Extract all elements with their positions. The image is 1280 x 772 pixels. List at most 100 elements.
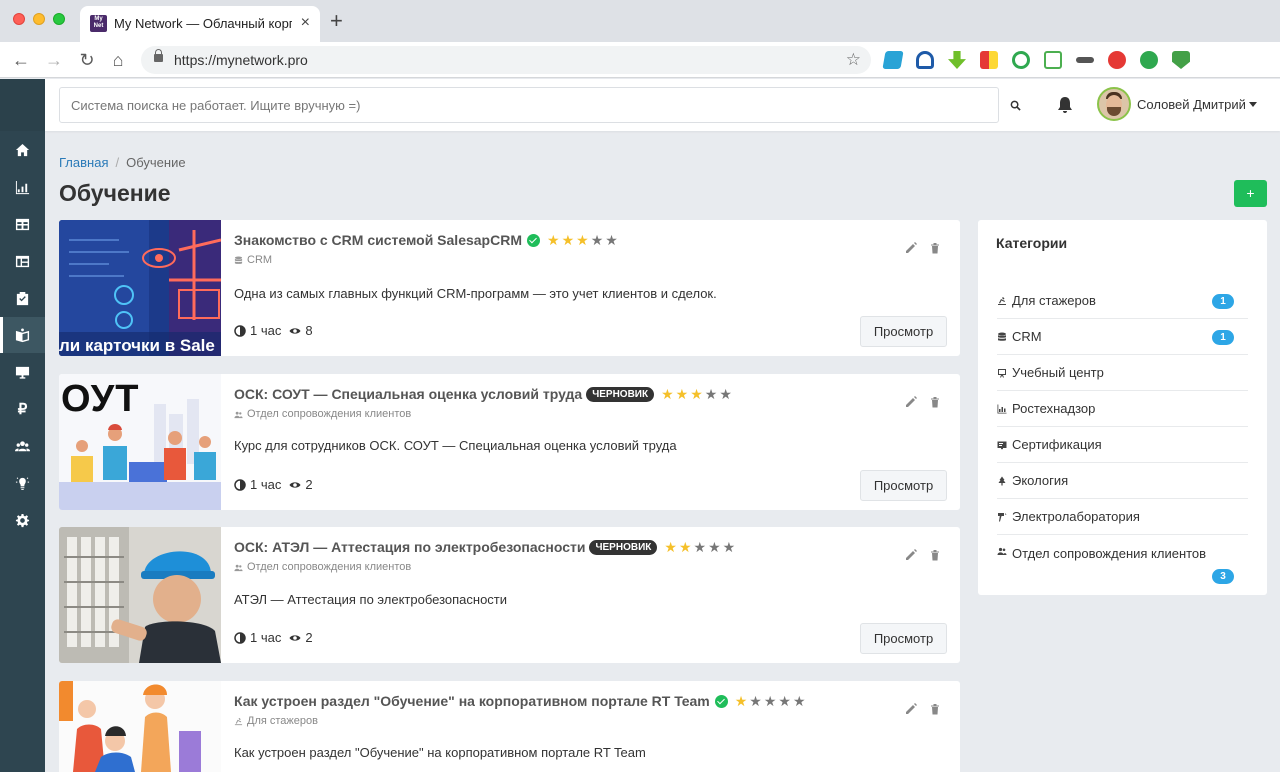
course-thumbnail[interactable] bbox=[59, 681, 221, 772]
reload-icon[interactable]: ↻ bbox=[76, 48, 98, 72]
trash-icon[interactable] bbox=[929, 242, 941, 254]
chevron-down-icon[interactable] bbox=[1249, 102, 1257, 107]
sidebar-item-knowledge[interactable] bbox=[0, 354, 45, 390]
sidebar-item-education[interactable] bbox=[0, 317, 45, 353]
sidebar-item-analytics[interactable] bbox=[0, 169, 45, 205]
course-views: 8 bbox=[289, 323, 313, 338]
extension-icon[interactable] bbox=[1044, 51, 1062, 69]
course-title[interactable]: Знакомство с CRM системой SalesapCRM bbox=[234, 232, 522, 248]
verified-check-icon bbox=[527, 233, 540, 247]
breadcrumb-home-link[interactable]: Главная bbox=[59, 155, 108, 170]
course-duration: 1 час bbox=[250, 477, 282, 492]
extension-icon[interactable] bbox=[1108, 51, 1126, 69]
address-bar[interactable]: https://mynetwork.pro ☆ bbox=[141, 46, 871, 74]
extension-icon[interactable] bbox=[980, 51, 998, 69]
sidebar-item-layout[interactable] bbox=[0, 243, 45, 279]
star-icon: ★ bbox=[576, 232, 589, 248]
search-input[interactable] bbox=[60, 88, 998, 122]
user-avatar[interactable] bbox=[1097, 87, 1131, 121]
category-item-training-center[interactable]: Учебный центр bbox=[997, 355, 1248, 391]
pencil-icon[interactable] bbox=[905, 703, 917, 715]
certificate-icon bbox=[997, 441, 1007, 449]
category-item-ecology[interactable]: Экология bbox=[997, 463, 1248, 499]
pencil-icon[interactable] bbox=[905, 549, 917, 561]
new-tab-button[interactable]: + bbox=[330, 10, 343, 32]
search-button[interactable] bbox=[999, 87, 1031, 123]
star-icon: ★ bbox=[561, 232, 575, 248]
extension-icon[interactable] bbox=[1172, 51, 1190, 69]
course-thumbnail[interactable] bbox=[59, 527, 221, 663]
extension-icon[interactable] bbox=[916, 51, 934, 69]
course-thumbnail[interactable]: ОУТ bbox=[59, 374, 221, 510]
search-box bbox=[59, 87, 999, 123]
home-icon[interactable]: ⌂ bbox=[107, 48, 129, 72]
extension-icon[interactable] bbox=[1140, 51, 1158, 69]
view-course-button[interactable]: Просмотр bbox=[860, 623, 947, 654]
star-icon: ★ bbox=[792, 693, 806, 709]
sidebar-item-tasks[interactable] bbox=[0, 280, 45, 316]
bookmark-star-icon[interactable]: ☆ bbox=[846, 50, 861, 70]
course-title[interactable]: Как устроен раздел "Обучение" на корпора… bbox=[234, 693, 710, 709]
extension-icon[interactable] bbox=[882, 51, 904, 69]
pencil-icon[interactable] bbox=[905, 396, 917, 408]
course-meta: 1 час 2 bbox=[234, 477, 313, 492]
course-title[interactable]: ОСК: АТЭЛ — Аттестация по электробезопас… bbox=[234, 539, 585, 555]
star-icon: ★ bbox=[661, 386, 674, 402]
category-item-rostekhnadzor[interactable]: Ростехнадзор bbox=[997, 391, 1248, 427]
extension-icon[interactable] bbox=[1012, 51, 1030, 69]
trash-icon[interactable] bbox=[929, 396, 941, 408]
breadcrumb-separator: / bbox=[115, 155, 120, 170]
trash-icon[interactable] bbox=[929, 703, 941, 715]
table-icon bbox=[15, 218, 30, 230]
sidebar-item-home[interactable] bbox=[0, 132, 45, 168]
notification-bell-icon[interactable] bbox=[1055, 95, 1075, 115]
forward-arrow-icon[interactable]: → bbox=[43, 48, 65, 72]
tree-icon bbox=[998, 476, 1006, 485]
category-item-electrolab[interactable]: Электролаборатория bbox=[997, 499, 1248, 535]
course-category-label: Отдел сопровождения клиентов bbox=[247, 408, 412, 420]
view-course-button[interactable]: Просмотр bbox=[860, 470, 947, 501]
thumbnail-caption: ли карточки в Sale bbox=[59, 336, 215, 355]
tab-close-icon[interactable]: × bbox=[301, 14, 310, 32]
browser-tab[interactable]: My Net My Network — Облачный корпоративн… bbox=[80, 6, 320, 42]
category-count-badge: 3 bbox=[1212, 569, 1234, 584]
user-name[interactable]: Соловей Дмитрий bbox=[1137, 97, 1246, 112]
course-category: Для стажеров bbox=[234, 715, 318, 727]
sidebar-item-finance[interactable]: ₽ bbox=[0, 391, 45, 427]
site-favicon-icon: My Net bbox=[90, 15, 107, 32]
sidebar-item-settings[interactable] bbox=[0, 502, 45, 538]
clock-icon bbox=[234, 478, 246, 491]
clock-icon bbox=[234, 631, 246, 644]
course-category: CRM bbox=[234, 254, 272, 266]
back-arrow-icon[interactable]: ← bbox=[10, 48, 32, 72]
category-item-client-support[interactable]: Отдел сопровождения клиентов 3 bbox=[997, 535, 1248, 591]
category-item-certification[interactable]: Сертификация bbox=[997, 427, 1248, 463]
course-duration: 1 час bbox=[250, 630, 282, 645]
sidebar-item-table[interactable] bbox=[0, 206, 45, 242]
categories-panel: Категории Для стажеров 1 CRM 1 Учебный ц… bbox=[978, 220, 1267, 595]
course-title[interactable]: ОСК: СОУТ — Специальная оценка условий т… bbox=[234, 386, 582, 402]
category-item-crm[interactable]: CRM 1 bbox=[997, 319, 1248, 355]
extension-icon[interactable] bbox=[1076, 57, 1094, 63]
view-course-button[interactable]: Просмотр bbox=[860, 316, 947, 347]
sidebar-item-people[interactable] bbox=[0, 428, 45, 464]
intern-icon bbox=[998, 296, 1006, 305]
sidebar-item-ideas[interactable] bbox=[0, 465, 45, 501]
window-maximize-button[interactable] bbox=[53, 13, 65, 25]
course-thumbnail[interactable]: ли карточки в Sale bbox=[59, 220, 221, 356]
window-close-button[interactable] bbox=[13, 13, 25, 25]
trash-icon[interactable] bbox=[929, 549, 941, 561]
category-label: Отдел сопровождения клиентов bbox=[1012, 546, 1207, 561]
category-label: Электролаборатория bbox=[1012, 509, 1140, 524]
star-icon: ★ bbox=[605, 232, 618, 248]
pencil-icon[interactable] bbox=[905, 242, 917, 254]
draft-badge: ЧЕРНОВИК bbox=[589, 539, 658, 555]
download-extension-icon[interactable] bbox=[948, 51, 966, 69]
window-minimize-button[interactable] bbox=[33, 13, 45, 25]
star-icon: ★ bbox=[693, 539, 707, 555]
category-item-interns[interactable]: Для стажеров 1 bbox=[997, 283, 1248, 319]
add-course-button[interactable]: + bbox=[1234, 180, 1267, 207]
app-header: Соловей Дмитрий bbox=[45, 79, 1280, 131]
categories-heading: Категории bbox=[996, 235, 1068, 251]
thumbnail-caption: ОУТ bbox=[61, 378, 140, 420]
